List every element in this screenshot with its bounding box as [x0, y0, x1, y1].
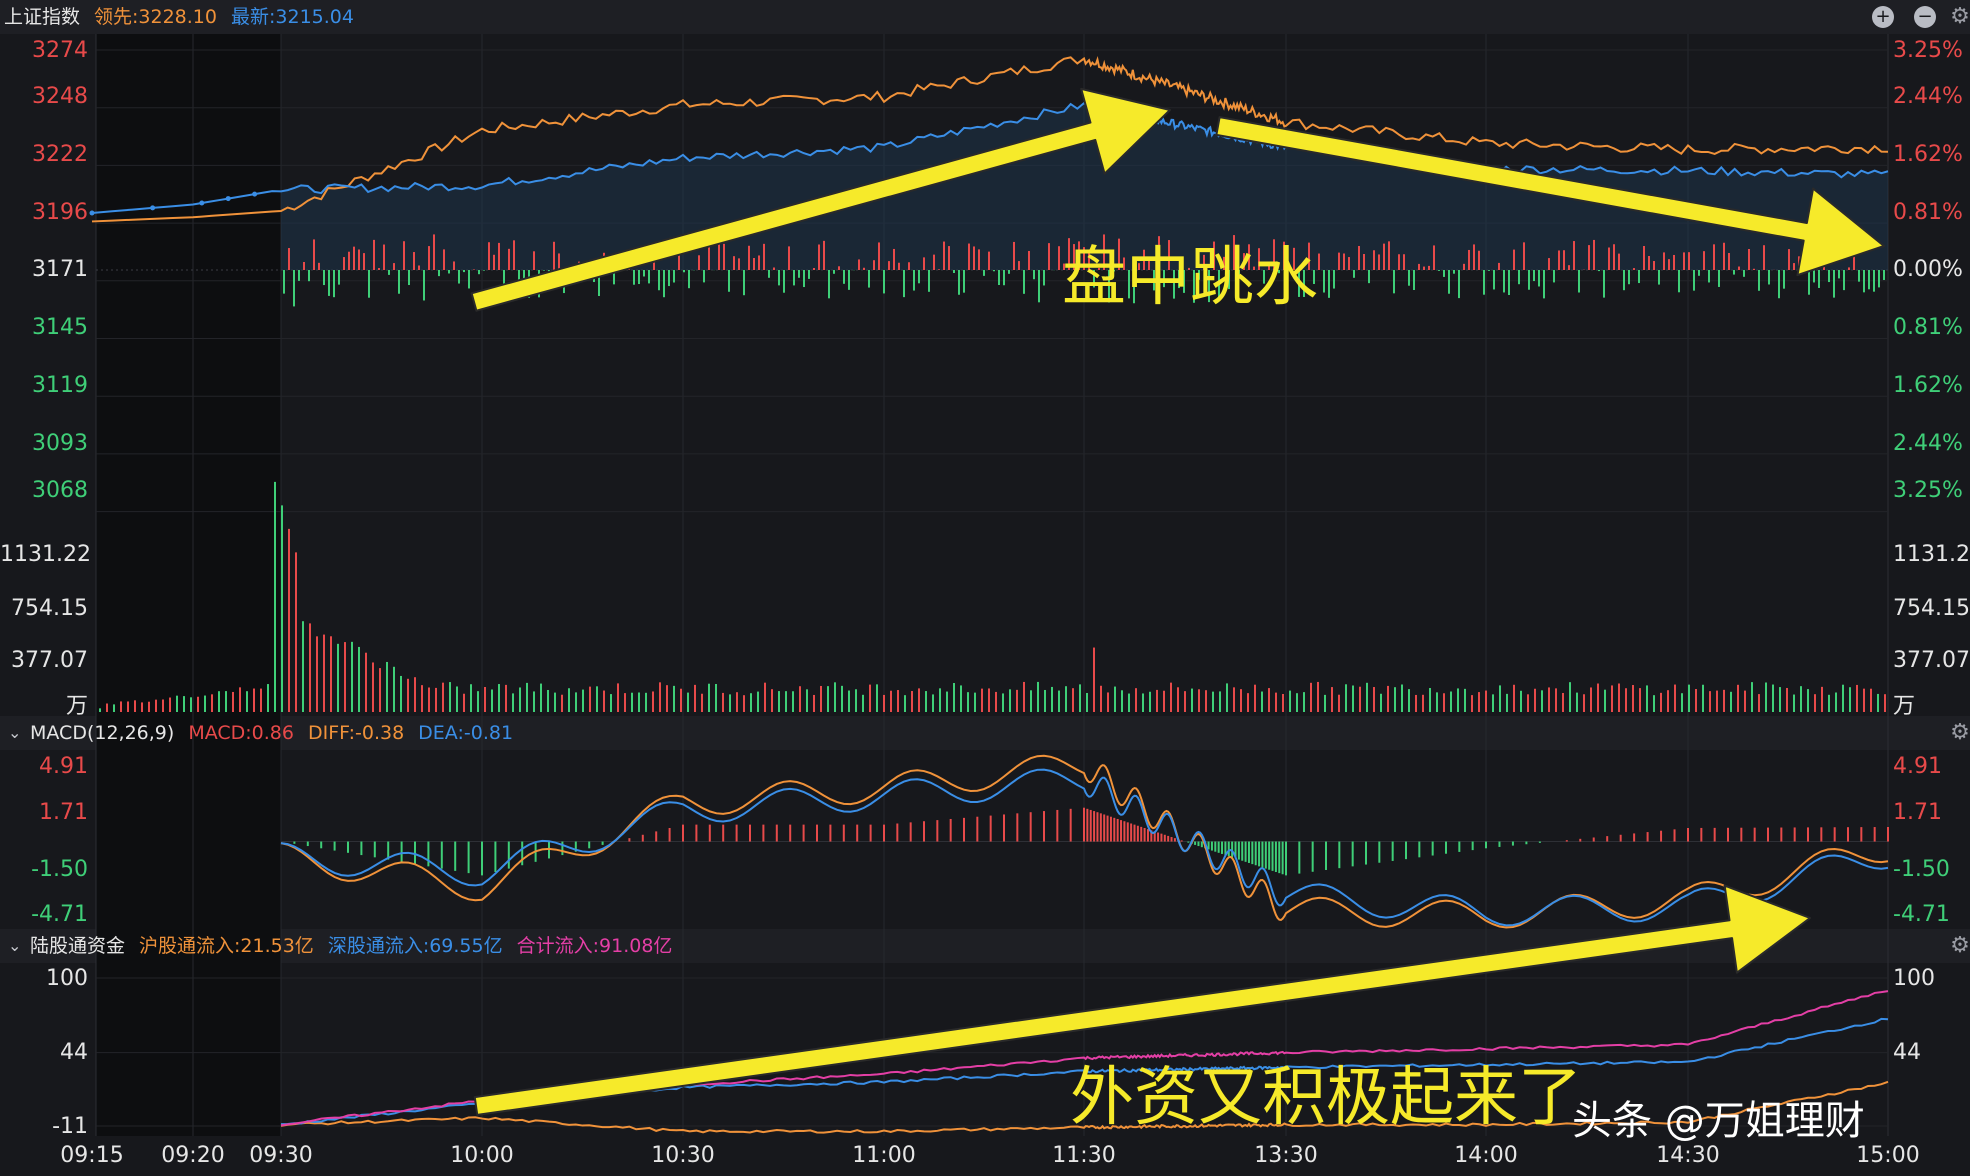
pct-tick-right: 0.81%: [1893, 315, 1963, 340]
macd-value: MACD:0.86: [188, 722, 294, 744]
gear-icon[interactable]: ⚙: [1948, 934, 1970, 958]
time-tick: 11:30: [1052, 1143, 1116, 1168]
sz-flow-value: 深股通流入:69.55亿: [327, 935, 503, 957]
time-tick: 11:00: [852, 1143, 916, 1168]
pct-tick-right: 0.00%: [1893, 257, 1963, 282]
volume-unit: 万: [65, 694, 88, 719]
latest-value: 最新:3215.04: [231, 6, 354, 28]
volume-tick-right: 1131.22: [1893, 542, 1970, 567]
pct-tick-right: 2.44%: [1893, 84, 1963, 109]
annotation-jump: 盘中跳水: [1062, 241, 1318, 315]
flow-tick-right: 100: [1893, 966, 1935, 991]
watermark: 头条 @万姐理财: [1572, 1098, 1865, 1144]
gear-icon[interactable]: ⚙: [1948, 721, 1970, 745]
premarket-point: [199, 200, 205, 206]
price-tick-left: 3274: [32, 38, 88, 63]
plus-circle-icon[interactable]: +: [1872, 6, 1894, 28]
premarket-point: [225, 196, 231, 202]
pct-tick-right: 3.25%: [1893, 478, 1963, 503]
flow-tick: 100: [46, 966, 88, 991]
macd-tick: -1.50: [31, 857, 88, 882]
time-tick: 09:20: [161, 1143, 225, 1168]
volume-unit-right: 万: [1893, 694, 1916, 719]
price-tick-left: 3119: [32, 373, 88, 398]
pct-tick-right: 1.62%: [1893, 373, 1963, 398]
price-tick-left: 3222: [32, 142, 88, 167]
macd-header: MACD(12,26,9) MACD:0.86 DIFF:-0.38 DEA:-0.8…: [30, 716, 527, 750]
price-tick-left: 3248: [32, 84, 88, 109]
pct-tick-right: 1.62%: [1893, 142, 1963, 167]
flow-title: 陆股通资金: [30, 935, 126, 957]
time-tick: 14:00: [1454, 1143, 1518, 1168]
leading-value: 领先:3228.10: [94, 6, 217, 28]
pct-tick-right: 2.44%: [1893, 431, 1963, 456]
premarket-point: [89, 210, 95, 216]
sh-flow-value: 沪股通流入:21.53亿: [139, 935, 314, 957]
chart-canvas: [0, 0, 1970, 1176]
premarket-point: [252, 191, 258, 197]
premarket-point: [150, 205, 156, 211]
volume-tick-right: 377.07: [1893, 648, 1970, 673]
time-tick: 10:00: [450, 1143, 514, 1168]
minus-circle-icon[interactable]: −: [1914, 6, 1936, 28]
macd-tick: 1.71: [39, 800, 88, 825]
macd-title: MACD(12,26,9): [30, 722, 175, 744]
volume-tick: 1131.22: [0, 542, 91, 567]
time-tick: 14:30: [1656, 1143, 1720, 1168]
flow-header: 陆股通资金 沪股通流入:21.53亿 深股通流入:69.55亿 合计流入:91.08亿: [30, 929, 686, 963]
time-tick: 13:30: [1254, 1143, 1318, 1168]
price-tick-left: 3068: [32, 478, 88, 503]
index-title: 上证指数: [4, 6, 81, 28]
chart-window: { "header": { "title": "上证指数", "leading"…: [0, 0, 1970, 1176]
time-tick: 15:00: [1856, 1143, 1920, 1168]
chevron-down-icon[interactable]: ⌄: [8, 936, 21, 955]
chevron-down-icon[interactable]: ⌄: [8, 723, 21, 742]
flow-tick: -11: [52, 1114, 88, 1139]
diff-value: DIFF:-0.38: [307, 722, 405, 744]
annotation-foreign: 外资又积极起来了: [1070, 1061, 1582, 1135]
volume-tick-right: 754.15: [1893, 596, 1970, 621]
flow-tick-right: 44: [1893, 1040, 1921, 1065]
pct-tick-right: 0.81%: [1893, 200, 1963, 225]
price-tick-left: 3196: [32, 200, 88, 225]
time-tick: 09:15: [60, 1143, 124, 1168]
macd-tick-right: -4.71: [1893, 902, 1950, 927]
pct-tick-right: 3.25%: [1893, 38, 1963, 63]
gear-icon[interactable]: ⚙: [1948, 5, 1970, 29]
time-tick: 10:30: [651, 1143, 715, 1168]
dea-value: DEA:-0.81: [418, 722, 514, 744]
price-tick-left: 3171: [32, 257, 88, 282]
volume-tick: 754.15: [11, 596, 88, 621]
macd-tick: -4.71: [31, 902, 88, 927]
pre-market-shade: [96, 34, 281, 1136]
time-tick: 09:30: [249, 1143, 313, 1168]
total-flow-value: 合计流入:91.08亿: [516, 935, 673, 957]
price-header: 上证指数 领先:3228.10 最新:3215.04: [4, 0, 368, 34]
macd-tick-right: 1.71: [1893, 800, 1942, 825]
price-tick-left: 3093: [32, 431, 88, 456]
flow-tick: 44: [60, 1040, 88, 1065]
price-tick-left: 3145: [32, 315, 88, 340]
macd-tick-right: 4.91: [1893, 754, 1942, 779]
macd-tick: 4.91: [39, 754, 88, 779]
macd-tick-right: -1.50: [1893, 857, 1950, 882]
volume-tick: 377.07: [11, 648, 88, 673]
